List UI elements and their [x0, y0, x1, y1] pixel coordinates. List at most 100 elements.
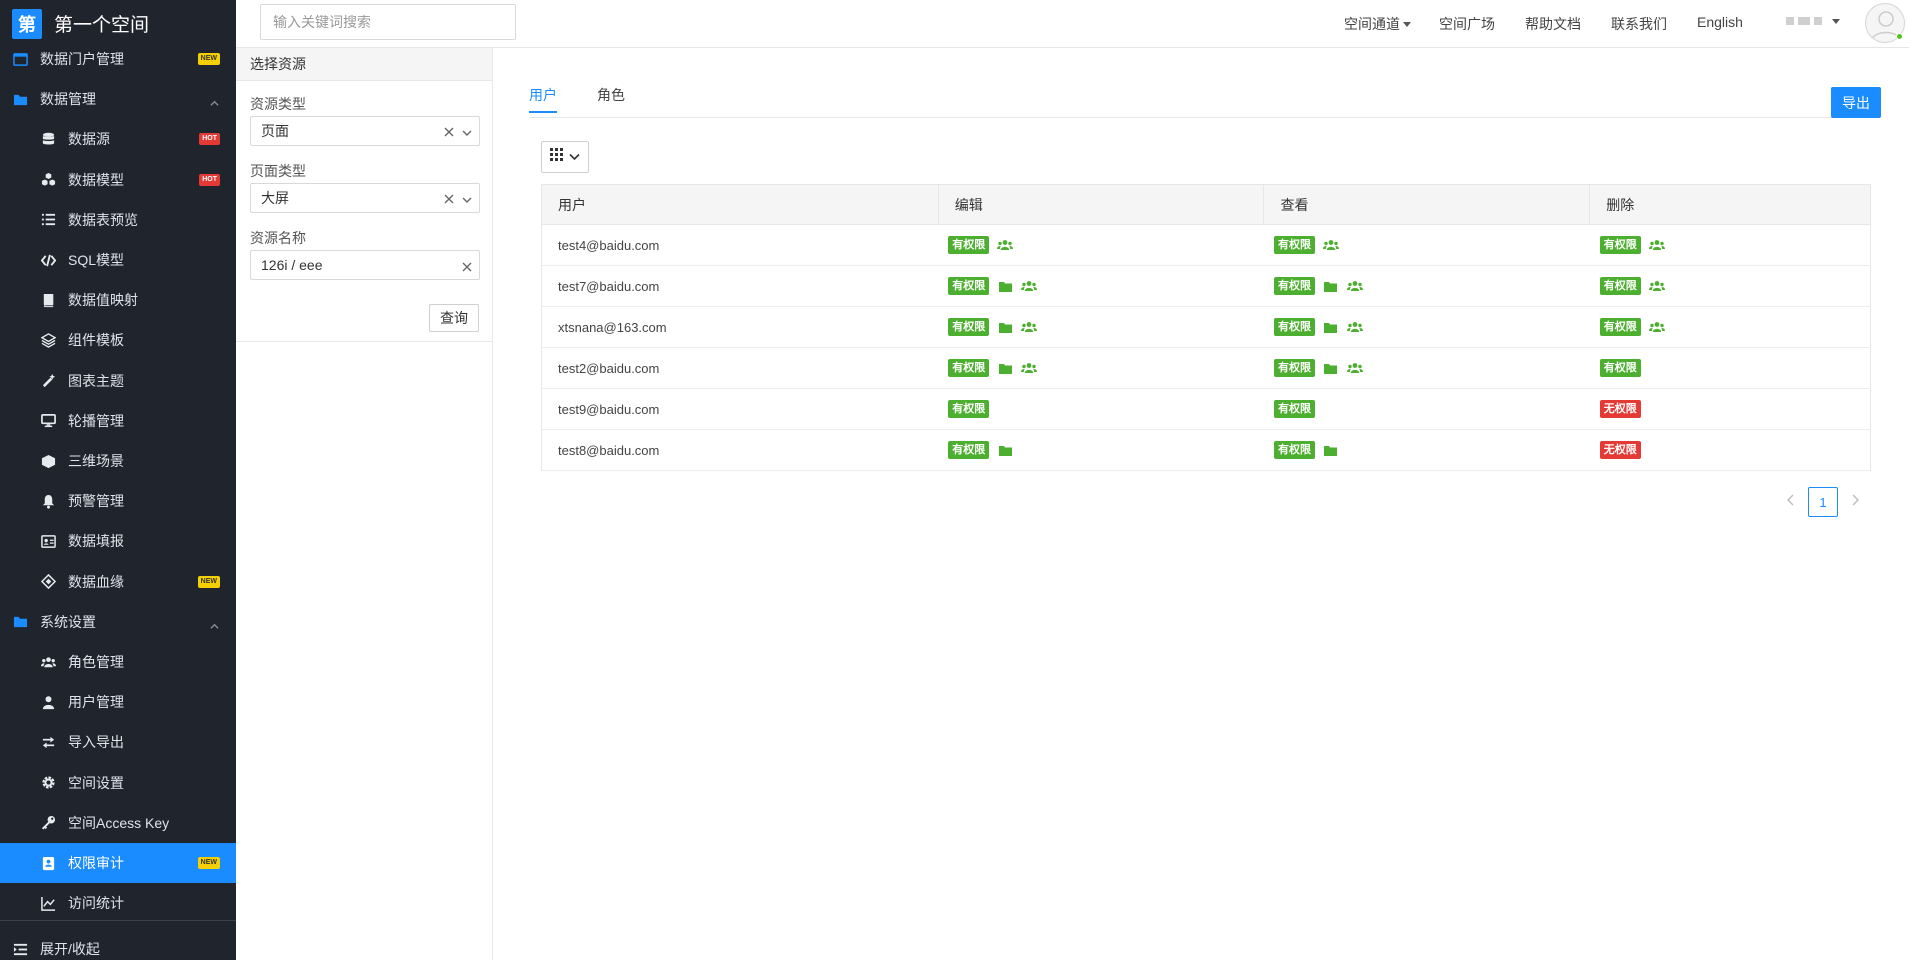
user-email-cell: test7@baidu.com [541, 265, 939, 307]
chevron-up-icon[interactable] [210, 95, 219, 106]
chevron-down-icon[interactable] [461, 193, 473, 205]
sidebar-item-label: 数据管理 [40, 91, 96, 108]
sidebar-item-1[interactable]: 数据管理 [0, 79, 236, 119]
sidebar-item-3[interactable]: 数据模型 HOT [0, 160, 236, 200]
sidebar-item-12[interactable]: 数据填报 [0, 521, 236, 561]
folder-icon [12, 614, 28, 630]
language-switch[interactable]: English [1697, 14, 1743, 30]
folder-icon[interactable] [1323, 279, 1339, 293]
sidebar-item-label: 三维场景 [68, 453, 124, 469]
sidebar-item-label: 导入导出 [68, 734, 124, 751]
page-type-value: 大屏 [261, 190, 289, 206]
help-docs-link[interactable]: 帮助文档 [1525, 14, 1581, 34]
collapse-toggle[interactable]: 展开/收起 [0, 929, 236, 969]
edit-permission-cell: 有权限 [938, 224, 1264, 266]
folder-icon [12, 91, 28, 107]
sidebar-item-19[interactable]: 空间Access Key [0, 803, 236, 843]
chevron-down-icon[interactable] [461, 126, 473, 138]
code-icon [40, 252, 56, 268]
users-group-icon[interactable] [1346, 320, 1363, 334]
user-email-cell: test2@baidu.com [541, 347, 939, 389]
query-button[interactable]: 查询 [429, 304, 479, 332]
page-number-current[interactable]: 1 [1808, 487, 1838, 517]
folder-icon[interactable] [997, 320, 1013, 334]
users-group-icon[interactable] [997, 238, 1014, 252]
table-row: test8@baidu.com 有权限 有权限 无权限 [541, 429, 1871, 471]
permission-status-badge: 有权限 [948, 441, 990, 459]
resource-name-value: 126i / eee [261, 257, 323, 273]
folder-icon[interactable] [997, 443, 1013, 457]
user-email-cell: test9@baidu.com [541, 388, 939, 430]
view-permission-cell: 有权限 [1263, 265, 1590, 307]
users-group-icon[interactable] [1346, 279, 1363, 293]
prev-page-icon[interactable] [1786, 493, 1796, 511]
sidebar-item-13[interactable]: 数据血缘 NEW [0, 562, 236, 602]
resource-name-label: 资源名称 [250, 230, 306, 246]
sidebar-item-6[interactable]: 数据值映射 [0, 280, 236, 320]
contact-us-link[interactable]: 联系我们 [1611, 14, 1667, 34]
sidebar-item-20[interactable]: 权限审计 NEW [0, 843, 236, 883]
column-settings-button[interactable] [541, 141, 589, 173]
folder-icon[interactable] [997, 279, 1013, 293]
delete-permission-cell: 无权限 [1589, 388, 1871, 430]
table-row: test7@baidu.com 有权限 有权限 有权限 [541, 265, 1871, 307]
user-name-redacted[interactable] [1786, 17, 1840, 25]
users-group-icon[interactable] [1322, 238, 1339, 252]
clear-icon[interactable] [461, 260, 473, 272]
caret-down-icon [1403, 22, 1411, 27]
exchange-icon [40, 734, 56, 750]
sidebar-item-8[interactable]: 图表主题 [0, 361, 236, 401]
table-row: test4@baidu.com 有权限 有权限 有权限 [541, 224, 1871, 266]
folder-icon[interactable] [997, 361, 1013, 375]
folder-icon[interactable] [1323, 320, 1339, 334]
sidebar-item-18[interactable]: 空间设置 [0, 763, 236, 803]
page-type-select[interactable]: 大屏 [250, 183, 480, 213]
sidebar-item-11[interactable]: 预警管理 [0, 481, 236, 521]
sidebar-item-5[interactable]: SQL模型 [0, 240, 236, 280]
sidebar-item-10[interactable]: 三维场景 [0, 441, 236, 481]
search-input[interactable] [260, 4, 516, 40]
sidebar-item-7[interactable]: 组件模板 [0, 320, 236, 360]
folder-icon[interactable] [1323, 443, 1339, 457]
sidebar-item-21[interactable]: 访问统计 [0, 883, 236, 923]
clear-icon[interactable] [443, 125, 455, 137]
sidebar-item-16[interactable]: 用户管理 [0, 682, 236, 722]
next-page-icon[interactable] [1850, 493, 1860, 511]
users-group-icon[interactable] [1648, 238, 1665, 252]
export-button[interactable]: 导出 [1831, 87, 1881, 118]
tab-users[interactable]: 用户 [529, 85, 557, 105]
folder-icon[interactable] [1323, 361, 1339, 375]
clear-icon[interactable] [443, 192, 455, 204]
sidebar-item-0[interactable]: 数据门户管理 NEW [0, 39, 236, 79]
filter-header: 选择资源 [236, 48, 492, 81]
table-row: test2@baidu.com 有权限 有权限 有权限 [541, 347, 1871, 389]
sidebar-item-4[interactable]: 数据表预览 [0, 200, 236, 240]
sidebar-item-9[interactable]: 轮播管理 [0, 401, 236, 441]
chevron-up-icon[interactable] [210, 618, 219, 629]
delete-permission-cell: 有权限 [1589, 224, 1871, 266]
permission-status-badge: 有权限 [1599, 236, 1641, 254]
tab-roles[interactable]: 角色 [597, 85, 625, 105]
users-group-icon[interactable] [1021, 320, 1038, 334]
collapse-label: 展开/收起 [40, 941, 100, 957]
resource-name-select[interactable]: 126i / eee [250, 250, 480, 280]
hot-badge: HOT [199, 173, 220, 186]
brand-logo: 第 [12, 8, 42, 39]
users-group-icon[interactable] [1021, 361, 1038, 375]
sidebar-item-17[interactable]: 导入导出 [0, 722, 236, 762]
users-group-icon[interactable] [1346, 361, 1363, 375]
resource-type-select[interactable]: 页面 [250, 116, 480, 146]
users-group-icon[interactable] [1648, 279, 1665, 293]
permission-status-badge: 有权限 [1273, 441, 1315, 459]
sidebar-item-14[interactable]: 系统设置 [0, 602, 236, 642]
space-channel-dropdown[interactable]: 空间通道 [1344, 14, 1411, 34]
sidebar-item-label: 角色管理 [68, 654, 124, 670]
users-group-icon[interactable] [1648, 320, 1665, 334]
collapse-icon [12, 941, 28, 957]
space-plaza-link[interactable]: 空间广场 [1439, 14, 1495, 34]
users-group-icon[interactable] [1021, 279, 1038, 293]
line-chart-icon [40, 895, 56, 911]
sidebar-item-2[interactable]: 数据源 HOT [0, 119, 236, 159]
chevron-down-icon [569, 148, 580, 166]
sidebar-item-15[interactable]: 角色管理 [0, 642, 236, 682]
